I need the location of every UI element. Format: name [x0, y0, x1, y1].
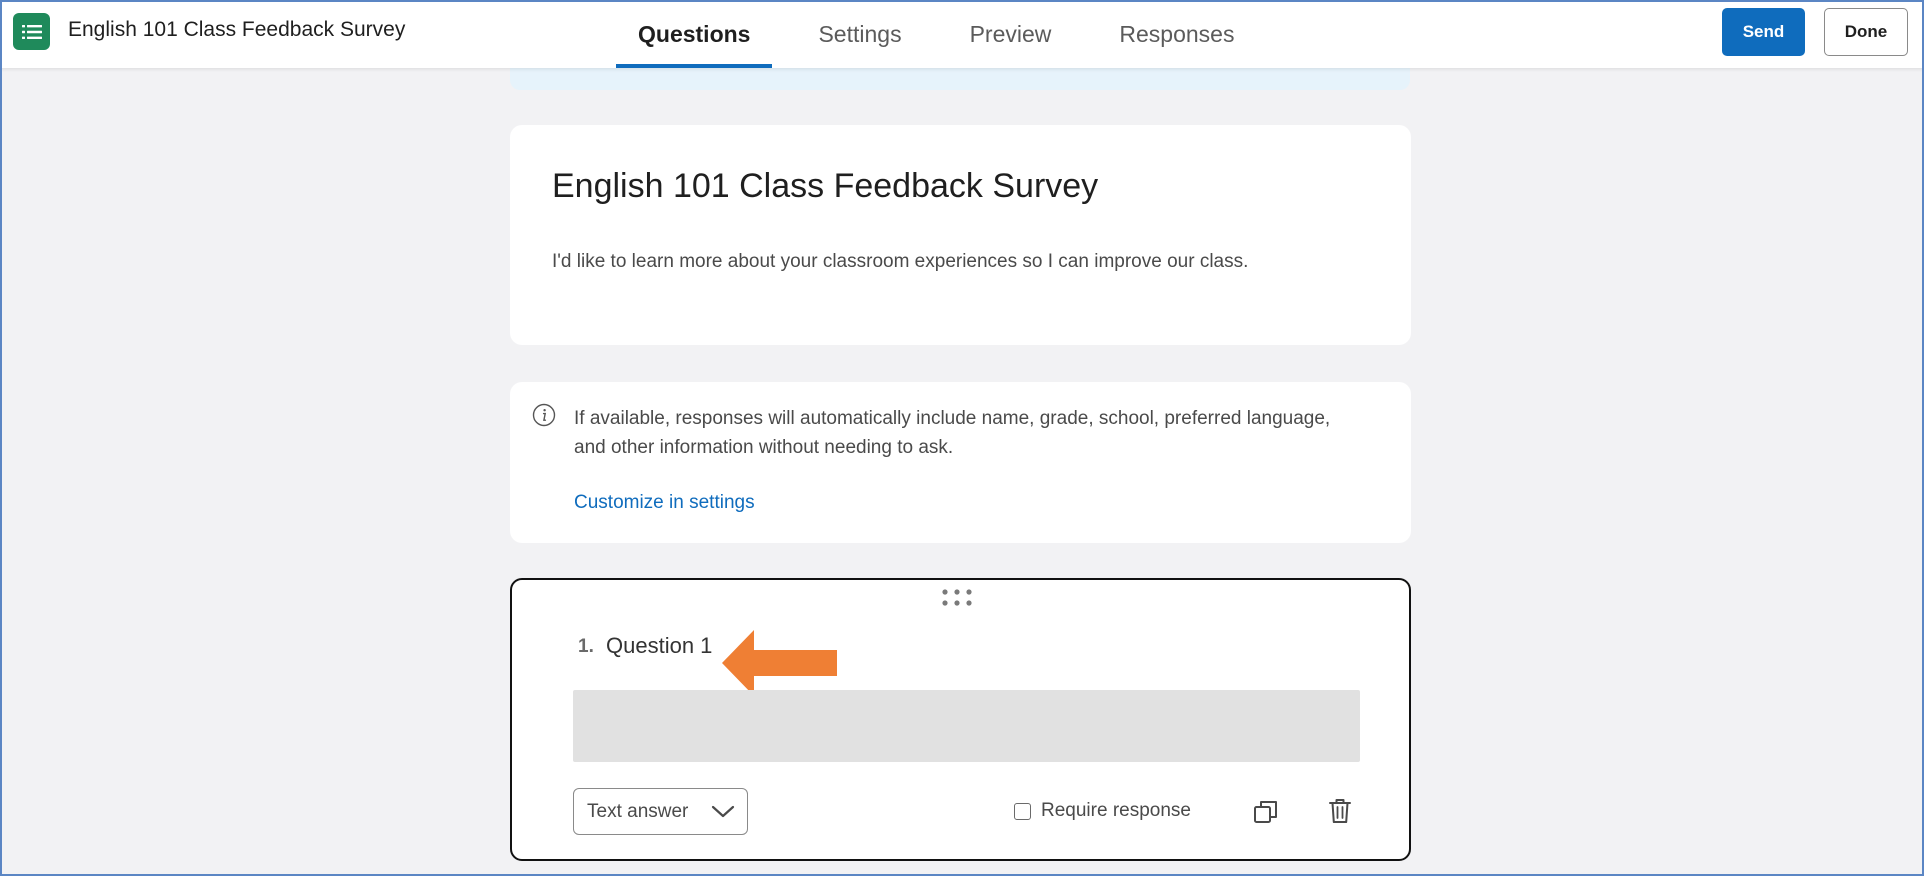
- annotation-arrow-icon: [722, 630, 837, 696]
- require-response-label: Require response: [1041, 800, 1191, 821]
- duplicate-icon[interactable]: [1252, 798, 1280, 826]
- question-card[interactable]: 1. Question 1 Text answer Require respon…: [510, 578, 1411, 861]
- info-card: If available, responses will automatical…: [510, 382, 1411, 543]
- form-header-card[interactable]: English 101 Class Feedback Survey I'd li…: [510, 125, 1411, 345]
- info-message: If available, responses will automatical…: [574, 408, 1331, 458]
- form-description[interactable]: I'd like to learn more about your classr…: [552, 251, 1248, 273]
- question-type-label: Text answer: [587, 800, 689, 822]
- drag-handle-icon[interactable]: [939, 586, 975, 610]
- tab-questions[interactable]: Questions: [616, 0, 773, 68]
- question-number: 1.: [578, 636, 594, 657]
- info-icon: [532, 403, 556, 427]
- done-button[interactable]: Done: [1824, 8, 1908, 56]
- document-title: English 101 Class Feedback Survey: [68, 18, 406, 41]
- send-button[interactable]: Send: [1722, 8, 1805, 56]
- tab-bar: Questions Settings Preview Responses: [616, 0, 1256, 68]
- tab-preview[interactable]: Preview: [948, 0, 1074, 68]
- customize-settings-link[interactable]: Customize in settings: [574, 492, 755, 514]
- chevron-down-icon: [711, 805, 735, 818]
- delete-icon[interactable]: [1328, 797, 1352, 825]
- list-icon[interactable]: [13, 13, 50, 50]
- tab-settings[interactable]: Settings: [796, 0, 923, 68]
- require-response-toggle[interactable]: Require response: [1014, 800, 1191, 822]
- tab-responses[interactable]: Responses: [1097, 0, 1256, 68]
- question-title[interactable]: Question 1: [606, 633, 712, 659]
- form-title[interactable]: English 101 Class Feedback Survey: [552, 167, 1098, 206]
- top-bar: English 101 Class Feedback Survey Questi…: [0, 0, 1924, 68]
- question-type-select[interactable]: Text answer: [573, 788, 748, 835]
- answer-placeholder: [573, 690, 1360, 762]
- require-response-checkbox[interactable]: [1014, 802, 1031, 820]
